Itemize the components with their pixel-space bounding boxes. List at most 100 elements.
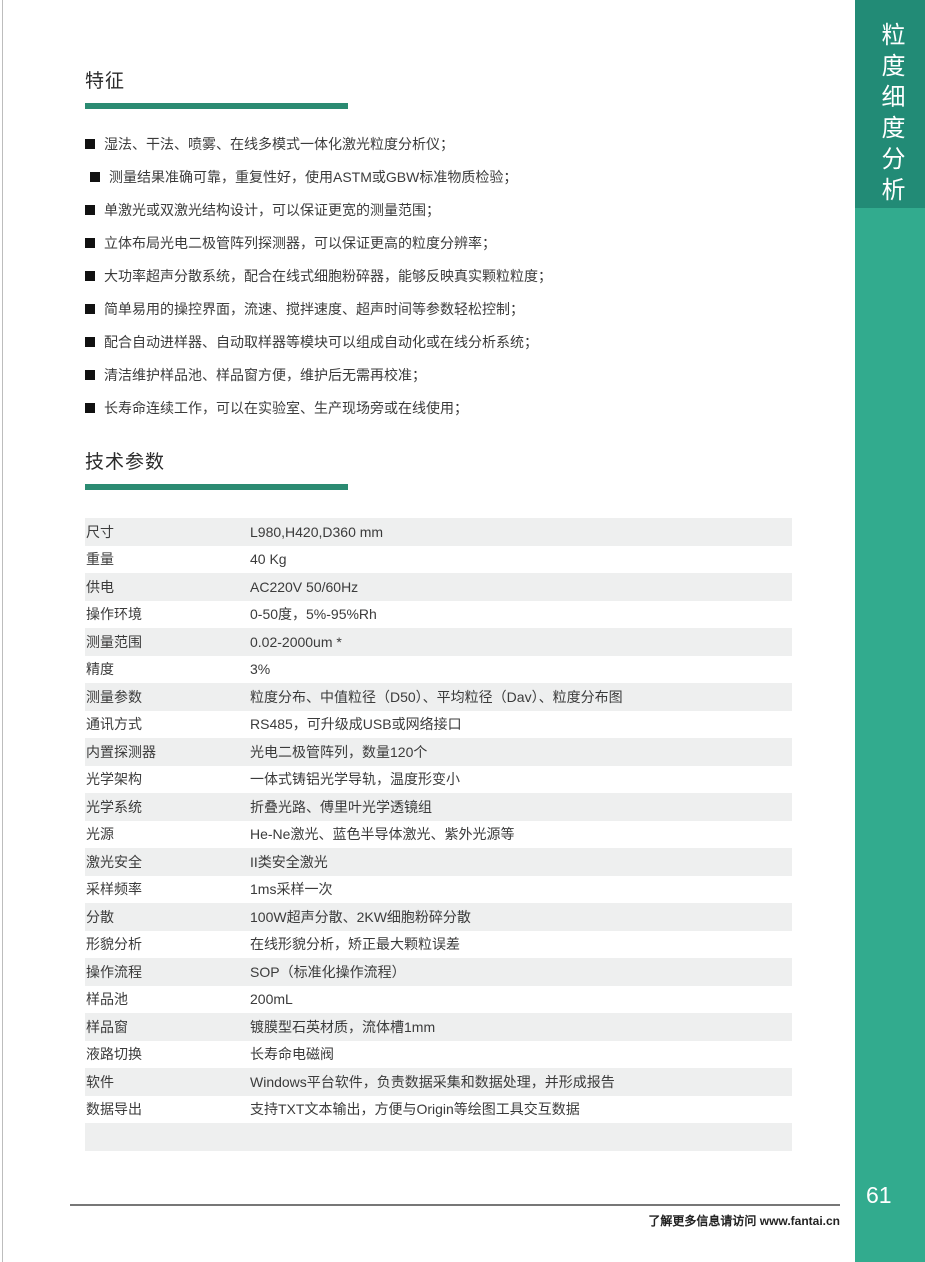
spec-label: 软件: [85, 1072, 250, 1092]
spec-label: 样品窗: [85, 1017, 250, 1037]
spec-value: II类安全激光: [250, 852, 792, 872]
feature-text: 大功率超声分散系统，配合在线式细胞粉碎器，能够反映真实颗粒粒度；: [104, 266, 552, 286]
spec-value: AC220V 50/60Hz: [250, 579, 792, 595]
table-row: [85, 1123, 792, 1151]
catalog-page: 特征 湿法、干法、喷雾、在线多模式一体化激光粒度分析仪； 测量结果准确可靠，重复…: [0, 0, 925, 1262]
feature-item: 配合自动进样器、自动取样器等模块可以组成自动化或在线分析系统；: [85, 325, 792, 358]
spec-label: 重量: [85, 549, 250, 569]
table-row: 分散 100W超声分散、2KW细胞粉碎分散: [85, 903, 792, 931]
bullet-square-icon: [85, 304, 95, 314]
bullet-square-icon: [85, 238, 95, 248]
spec-label: 光学系统: [85, 797, 250, 817]
spec-value: RS485，可升级成USB或网络接口: [250, 714, 792, 734]
features-title-underline: [85, 103, 348, 109]
feature-item: 测量结果准确可靠，重复性好，使用ASTM或GBW标准物质检验；: [85, 160, 792, 193]
bullet-square-icon: [85, 370, 95, 380]
spec-value: 1ms采样一次: [250, 879, 792, 899]
spec-value: 镀膜型石英材质，流体槽1mm: [250, 1017, 792, 1037]
spec-label: 样品池: [85, 989, 250, 1009]
spec-value: 一体式铸铝光学导轨，温度形变小: [250, 769, 792, 789]
table-row: 光学系统 折叠光路、傅里叶光学透镜组: [85, 793, 792, 821]
spec-value: He-Ne激光、蓝色半导体激光、紫外光源等: [250, 824, 792, 844]
spec-value: SOP（标准化操作流程）: [250, 962, 792, 982]
spec-label: 操作流程: [85, 962, 250, 982]
table-row: 形貌分析 在线形貌分析，矫正最大颗粒误差: [85, 931, 792, 959]
spec-value: 40 Kg: [250, 551, 792, 567]
spec-table: 尺寸 L980,H420,D360 mm 重量 40 Kg 供电 AC220V …: [85, 518, 792, 1151]
table-row: 光源 He-Ne激光、蓝色半导体激光、紫外光源等: [85, 821, 792, 849]
spec-label: 供电: [85, 577, 250, 597]
table-row: 测量范围 0.02-2000um *: [85, 628, 792, 656]
table-row: 供电 AC220V 50/60Hz: [85, 573, 792, 601]
feature-item: 长寿命连续工作，可以在实验室、生产现场旁或在线使用；: [85, 391, 792, 424]
table-row: 操作环境 0-50度，5%-95%Rh: [85, 601, 792, 629]
spec-value: 3%: [250, 661, 792, 677]
feature-text: 长寿命连续工作，可以在实验室、生产现场旁或在线使用；: [104, 398, 468, 418]
table-row: 激光安全 II类安全激光: [85, 848, 792, 876]
right-sidebar: 粒度细度分析 61: [855, 0, 925, 1262]
spec-label: 液路切换: [85, 1044, 250, 1064]
spec-value: 粒度分布、中值粒径（D50）、平均粒径（Dav）、粒度分布图: [250, 687, 792, 707]
sidebar-vertical-title: 粒度细度分析: [878, 22, 902, 208]
feature-text: 立体布局光电二极管阵列探测器，可以保证更高的粒度分辨率；: [104, 233, 496, 253]
spec-value: 支持TXT文本输出，方便与Origin等绘图工具交互数据: [250, 1099, 792, 1119]
spec-label: 内置探测器: [85, 742, 250, 762]
feature-item: 大功率超声分散系统，配合在线式细胞粉碎器，能够反映真实颗粒粒度；: [85, 259, 792, 292]
bullet-square-icon: [85, 271, 95, 281]
spec-value: L980,H420,D360 mm: [250, 524, 792, 540]
spec-label: 光学架构: [85, 769, 250, 789]
feature-text: 简单易用的操控界面，流速、搅拌速度、超声时间等参数轻松控制；: [104, 299, 524, 319]
spec-label: 尺寸: [85, 522, 250, 542]
spec-label: 光源: [85, 824, 250, 844]
features-section-title: 特征: [85, 66, 792, 93]
spec-value: 100W超声分散、2KW细胞粉碎分散: [250, 907, 792, 927]
table-row: 测量参数 粒度分布、中值粒径（D50）、平均粒径（Dav）、粒度分布图: [85, 683, 792, 711]
table-row: 光学架构 一体式铸铝光学导轨，温度形变小: [85, 766, 792, 794]
sidebar-background: [855, 208, 925, 1262]
spec-label: 形貌分析: [85, 934, 250, 954]
page-number: 61: [866, 1182, 892, 1209]
spec-value: 折叠光路、傅里叶光学透镜组: [250, 797, 792, 817]
specs-title-underline: [85, 484, 348, 490]
spec-label: 测量参数: [85, 687, 250, 707]
feature-text: 清洁维护样品池、样品窗方便，维护后无需再校准；: [104, 365, 426, 385]
feature-text: 湿法、干法、喷雾、在线多模式一体化激光粒度分析仪；: [104, 134, 454, 154]
spec-value: 在线形貌分析，矫正最大颗粒误差: [250, 934, 792, 954]
spec-label: 分散: [85, 907, 250, 927]
table-row: 内置探测器 光电二极管阵列，数量120个: [85, 738, 792, 766]
spec-value: 0.02-2000um *: [250, 634, 792, 650]
feature-text: 单激光或双激光结构设计，可以保证更宽的测量范围；: [104, 200, 440, 220]
spec-label: 通讯方式: [85, 714, 250, 734]
feature-item: 清洁维护样品池、样品窗方便，维护后无需再校准；: [85, 358, 792, 391]
features-list: 湿法、干法、喷雾、在线多模式一体化激光粒度分析仪； 测量结果准确可靠，重复性好，…: [85, 127, 792, 424]
bullet-square-icon: [85, 403, 95, 413]
feature-item: 湿法、干法、喷雾、在线多模式一体化激光粒度分析仪；: [85, 127, 792, 160]
table-row: 重量 40 Kg: [85, 546, 792, 574]
spec-value: 0-50度，5%-95%Rh: [250, 604, 792, 624]
table-row: 液路切换 长寿命电磁阀: [85, 1041, 792, 1069]
main-content: 特征 湿法、干法、喷雾、在线多模式一体化激光粒度分析仪； 测量结果准确可靠，重复…: [0, 0, 855, 1262]
footer-divider-line: [70, 1204, 840, 1206]
specs-section-title: 技术参数: [85, 447, 792, 474]
table-row: 软件 Windows平台软件，负责数据采集和数据处理，并形成报告: [85, 1068, 792, 1096]
spec-value: 长寿命电磁阀: [250, 1044, 792, 1064]
spec-label: 采样频率: [85, 879, 250, 899]
table-row: 通讯方式 RS485，可升级成USB或网络接口: [85, 711, 792, 739]
table-row: 操作流程 SOP（标准化操作流程）: [85, 958, 792, 986]
spec-label: 测量范围: [85, 632, 250, 652]
spec-label: 操作环境: [85, 604, 250, 624]
table-row: 尺寸 L980,H420,D360 mm: [85, 518, 792, 546]
table-row: 数据导出 支持TXT文本输出，方便与Origin等绘图工具交互数据: [85, 1096, 792, 1124]
spec-label: 激光安全: [85, 852, 250, 872]
feature-text: 配合自动进样器、自动取样器等模块可以组成自动化或在线分析系统；: [104, 332, 538, 352]
feature-item: 简单易用的操控界面，流速、搅拌速度、超声时间等参数轻松控制；: [85, 292, 792, 325]
footer-note: 了解更多信息请访问 www.fantai.cn: [70, 1212, 840, 1229]
table-row: 样品窗 镀膜型石英材质，流体槽1mm: [85, 1013, 792, 1041]
spec-value: 光电二极管阵列，数量120个: [250, 742, 792, 762]
feature-item: 立体布局光电二极管阵列探测器，可以保证更高的粒度分辨率；: [85, 226, 792, 259]
table-row: 样品池 200mL: [85, 986, 792, 1014]
table-row: 精度 3%: [85, 656, 792, 684]
spec-value: Windows平台软件，负责数据采集和数据处理，并形成报告: [250, 1072, 792, 1092]
bullet-square-icon: [90, 172, 100, 182]
feature-text: 测量结果准确可靠，重复性好，使用ASTM或GBW标准物质检验；: [109, 167, 517, 187]
